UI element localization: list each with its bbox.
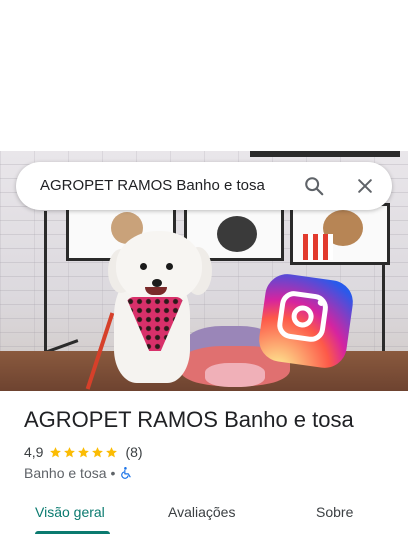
star-icon <box>64 446 76 457</box>
frame-top-edge <box>250 151 400 157</box>
separator-dot: • <box>110 465 116 481</box>
review-count[interactable]: (8) <box>125 444 142 460</box>
search-icon[interactable] <box>303 175 325 197</box>
rating-stars <box>49 446 119 459</box>
category-row: Banho e tosa • <box>24 464 133 482</box>
star-icon <box>50 446 62 457</box>
close-icon[interactable] <box>355 176 375 196</box>
tab-overview[interactable]: Visão geral <box>35 504 105 520</box>
star-icon <box>92 446 104 457</box>
star-icon <box>106 446 118 457</box>
place-title: AGROPET RAMOS Banho e tosa <box>24 407 354 432</box>
dog-eye-left <box>140 263 147 270</box>
wheelchair-icon <box>121 467 132 479</box>
pink-pillow <box>205 363 265 387</box>
dog-nose <box>152 279 162 287</box>
instagram-logo-pillow <box>256 271 356 371</box>
place-category: Banho e tosa <box>24 465 107 481</box>
tab-bar: Visão geral Avaliações Sobre <box>0 496 408 542</box>
rating-row[interactable]: 4,9 (8) <box>24 443 143 461</box>
star-icon <box>78 446 90 457</box>
search-bar[interactable]: AGROPET RAMOS Banho e tosa <box>16 162 392 210</box>
blank-top-area <box>0 0 408 151</box>
light-stand-left <box>44 211 47 361</box>
active-tab-indicator <box>35 531 110 534</box>
tab-reviews[interactable]: Avaliações <box>168 504 235 520</box>
search-input[interactable]: AGROPET RAMOS Banho e tosa <box>40 177 265 194</box>
tab-about[interactable]: Sobre <box>316 504 353 520</box>
rating-value: 4,9 <box>24 444 44 460</box>
poster-frame-3 <box>290 203 390 265</box>
dog-eye-right <box>166 263 173 270</box>
